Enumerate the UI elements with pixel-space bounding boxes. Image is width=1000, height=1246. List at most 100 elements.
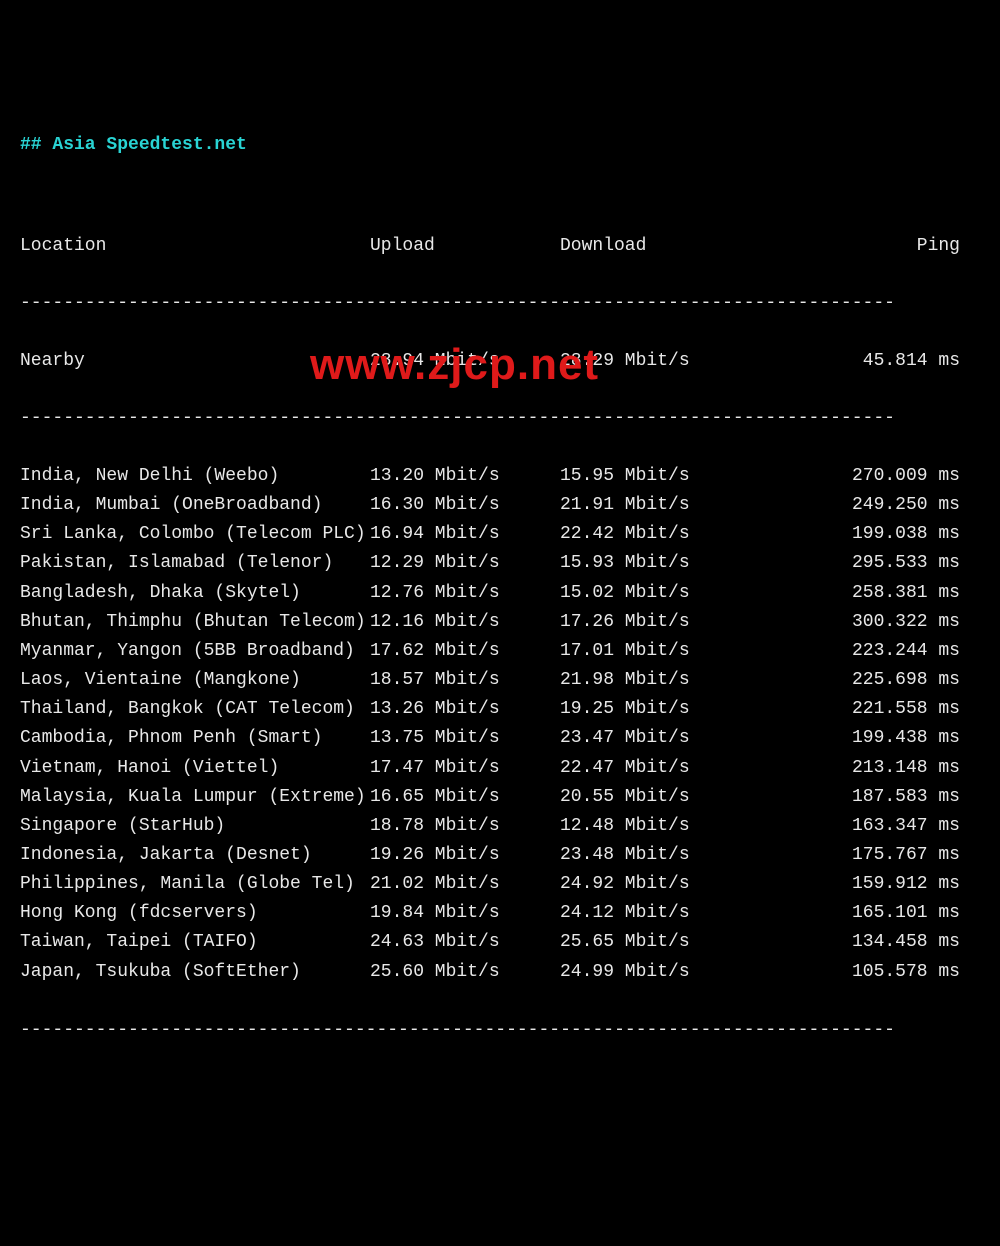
cell-upload: 16.94 Mbit/s (370, 520, 560, 549)
cell-ping: 105.578 ms (780, 958, 960, 987)
cell-location: Bangladesh, Dhaka (Skytel) (20, 579, 370, 608)
cell-upload: 17.47 Mbit/s (370, 754, 560, 783)
divider: ----------------------------------------… (20, 1016, 980, 1045)
cell-upload: 12.16 Mbit/s (370, 608, 560, 637)
cell-ping: 199.038 ms (780, 520, 960, 549)
table-row: Pakistan, Islamabad (Telenor)12.29 Mbit/… (20, 549, 980, 578)
cell-download: 15.02 Mbit/s (560, 579, 780, 608)
cell-location: Vietnam, Hanoi (Viettel) (20, 754, 370, 783)
cell-ping: 249.250 ms (780, 491, 960, 520)
cell-ping: 163.347 ms (780, 812, 960, 841)
table-row: Hong Kong (fdcservers)19.84 Mbit/s24.12 … (20, 899, 980, 928)
cell-ping: 295.533 ms (780, 549, 960, 578)
table-row: India, Mumbai (OneBroadband)16.30 Mbit/s… (20, 491, 980, 520)
cell-location: Singapore (StarHub) (20, 812, 370, 841)
table-row: Vietnam, Hanoi (Viettel)17.47 Mbit/s22.4… (20, 754, 980, 783)
cell-location: Thailand, Bangkok (CAT Telecom) (20, 695, 370, 724)
cell-upload: 19.26 Mbit/s (370, 841, 560, 870)
cell-upload: 12.76 Mbit/s (370, 579, 560, 608)
table-row: Thailand, Bangkok (CAT Telecom)13.26 Mbi… (20, 695, 980, 724)
cell-location: Sri Lanka, Colombo (Telecom PLC) (20, 520, 370, 549)
cell-download: 17.26 Mbit/s (560, 608, 780, 637)
cell-ping: 270.009 ms (780, 462, 960, 491)
nearby-row: Nearby28.94 Mbit/s28.29 Mbit/s45.814 ms (20, 347, 980, 376)
table-row: Indonesia, Jakarta (Desnet)19.26 Mbit/s2… (20, 841, 980, 870)
cell-upload: 13.75 Mbit/s (370, 724, 560, 753)
divider: ----------------------------------------… (20, 289, 980, 318)
cell-location: India, Mumbai (OneBroadband) (20, 491, 370, 520)
nearby-upload: 28.94 Mbit/s (370, 347, 560, 376)
cell-ping: 199.438 ms (780, 724, 960, 753)
cell-location: Hong Kong (fdcservers) (20, 899, 370, 928)
cell-upload: 16.65 Mbit/s (370, 783, 560, 812)
cell-download: 15.95 Mbit/s (560, 462, 780, 491)
cell-download: 24.12 Mbit/s (560, 899, 780, 928)
header-ping: Ping (780, 232, 960, 261)
cell-download: 24.92 Mbit/s (560, 870, 780, 899)
nearby-location: Nearby (20, 347, 370, 376)
cell-ping: 165.101 ms (780, 899, 960, 928)
cell-upload: 17.62 Mbit/s (370, 637, 560, 666)
cell-location: Japan, Tsukuba (SoftEther) (20, 958, 370, 987)
cell-location: Indonesia, Jakarta (Desnet) (20, 841, 370, 870)
table-row: Cambodia, Phnom Penh (Smart)13.75 Mbit/s… (20, 724, 980, 753)
cell-location: Laos, Vientaine (Mangkone) (20, 666, 370, 695)
cell-download: 22.47 Mbit/s (560, 754, 780, 783)
table-row: Laos, Vientaine (Mangkone)18.57 Mbit/s21… (20, 666, 980, 695)
table-row: Sri Lanka, Colombo (Telecom PLC)16.94 Mb… (20, 520, 980, 549)
cell-download: 20.55 Mbit/s (560, 783, 780, 812)
table-row: Bangladesh, Dhaka (Skytel)12.76 Mbit/s15… (20, 579, 980, 608)
table-row: Bhutan, Thimphu (Bhutan Telecom)12.16 Mb… (20, 608, 980, 637)
table-row: Japan, Tsukuba (SoftEther)25.60 Mbit/s24… (20, 958, 980, 987)
cell-location: India, New Delhi (Weebo) (20, 462, 370, 491)
cell-ping: 134.458 ms (780, 928, 960, 957)
header-row: LocationUploadDownloadPing (20, 232, 980, 261)
divider: ----------------------------------------… (20, 404, 980, 433)
cell-download: 22.42 Mbit/s (560, 520, 780, 549)
cell-upload: 18.57 Mbit/s (370, 666, 560, 695)
table-row: Myanmar, Yangon (5BB Broadband)17.62 Mbi… (20, 637, 980, 666)
cell-ping: 159.912 ms (780, 870, 960, 899)
cell-download: 12.48 Mbit/s (560, 812, 780, 841)
cell-download: 15.93 Mbit/s (560, 549, 780, 578)
cell-ping: 258.381 ms (780, 579, 960, 608)
cell-download: 23.47 Mbit/s (560, 724, 780, 753)
cell-download: 19.25 Mbit/s (560, 695, 780, 724)
table-row: Taiwan, Taipei (TAIFO)24.63 Mbit/s25.65 … (20, 928, 980, 957)
cell-upload: 21.02 Mbit/s (370, 870, 560, 899)
cell-upload: 12.29 Mbit/s (370, 549, 560, 578)
cell-upload: 13.20 Mbit/s (370, 462, 560, 491)
header-location: Location (20, 232, 370, 261)
cell-upload: 25.60 Mbit/s (370, 958, 560, 987)
cell-download: 23.48 Mbit/s (560, 841, 780, 870)
cell-location: Pakistan, Islamabad (Telenor) (20, 549, 370, 578)
cell-ping: 187.583 ms (780, 783, 960, 812)
cell-ping: 300.322 ms (780, 608, 960, 637)
cell-upload: 16.30 Mbit/s (370, 491, 560, 520)
cell-ping: 213.148 ms (780, 754, 960, 783)
cell-download: 24.99 Mbit/s (560, 958, 780, 987)
cell-ping: 221.558 ms (780, 695, 960, 724)
table-row: Philippines, Manila (Globe Tel)21.02 Mbi… (20, 870, 980, 899)
nearby-download: 28.29 Mbit/s (560, 347, 780, 376)
section-title: ## Asia Speedtest.net (20, 131, 980, 160)
nearby-ping: 45.814 ms (780, 347, 960, 376)
table-row: India, New Delhi (Weebo)13.20 Mbit/s15.9… (20, 462, 980, 491)
cell-ping: 223.244 ms (780, 637, 960, 666)
cell-location: Bhutan, Thimphu (Bhutan Telecom) (20, 608, 370, 637)
cell-upload: 24.63 Mbit/s (370, 928, 560, 957)
rows-container: India, New Delhi (Weebo)13.20 Mbit/s15.9… (20, 462, 980, 987)
table-row: Malaysia, Kuala Lumpur (Extreme)16.65 Mb… (20, 783, 980, 812)
cell-download: 17.01 Mbit/s (560, 637, 780, 666)
header-download: Download (560, 232, 780, 261)
cell-location: Taiwan, Taipei (TAIFO) (20, 928, 370, 957)
cell-upload: 18.78 Mbit/s (370, 812, 560, 841)
cell-ping: 225.698 ms (780, 666, 960, 695)
header-upload: Upload (370, 232, 560, 261)
cell-location: Cambodia, Phnom Penh (Smart) (20, 724, 370, 753)
cell-ping: 175.767 ms (780, 841, 960, 870)
cell-upload: 19.84 Mbit/s (370, 899, 560, 928)
cell-location: Myanmar, Yangon (5BB Broadband) (20, 637, 370, 666)
cell-download: 21.91 Mbit/s (560, 491, 780, 520)
cell-location: Philippines, Manila (Globe Tel) (20, 870, 370, 899)
